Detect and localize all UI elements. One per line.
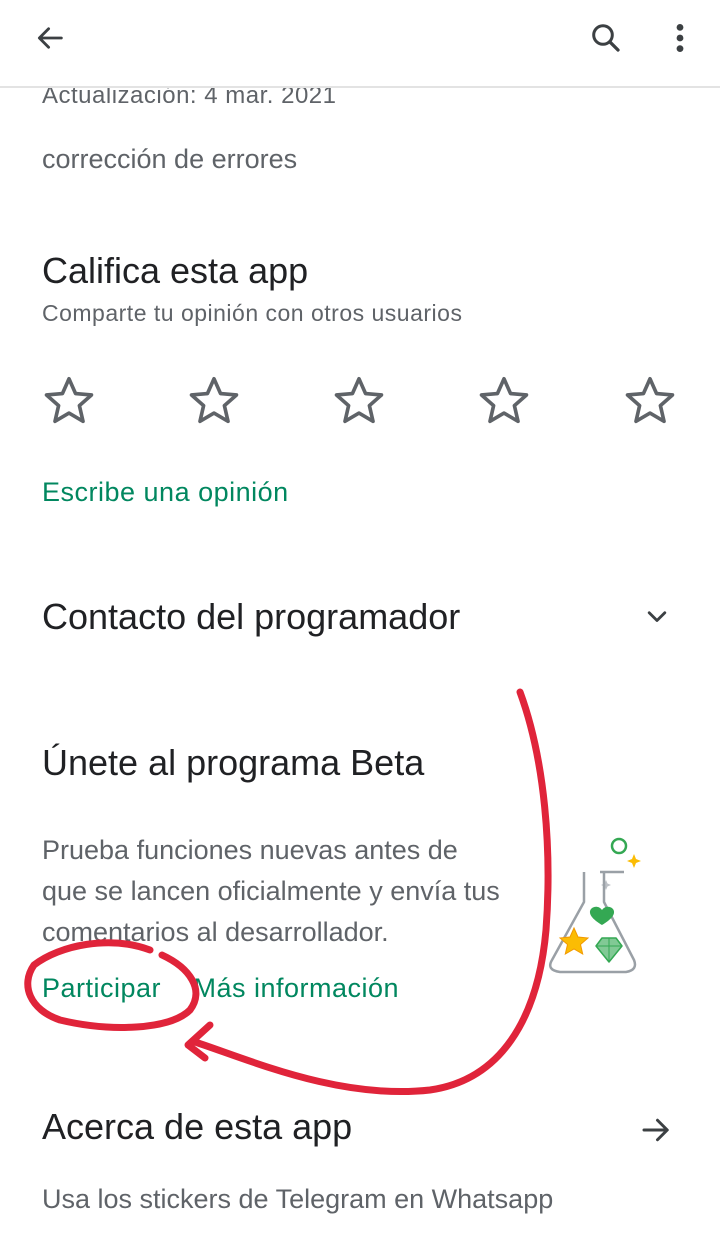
about-app-title[interactable]: Acerca de esta app <box>42 1106 352 1148</box>
more-info-link[interactable]: Más información <box>194 973 400 1003</box>
star-4-icon[interactable] <box>475 372 533 430</box>
star-1-icon[interactable] <box>40 372 98 430</box>
star-2-icon[interactable] <box>185 372 243 430</box>
search-button[interactable] <box>582 14 630 62</box>
beta-program-title: Únete al programa Beta <box>42 742 425 783</box>
search-icon <box>592 24 620 52</box>
join-beta-link[interactable]: Participar <box>42 973 161 1003</box>
beta-program-description: Prueba funciones nuevas antes de que se … <box>42 835 500 947</box>
write-review-link[interactable]: Escribe una opinión <box>42 477 289 508</box>
star-5-icon[interactable] <box>621 372 679 430</box>
beta-flask-icon <box>549 837 641 974</box>
rate-app-title: Califica esta app <box>42 250 309 291</box>
more-options-button[interactable] <box>658 14 702 62</box>
top-app-bar <box>0 0 720 88</box>
more-vert-icon <box>676 23 684 53</box>
rating-stars <box>0 372 720 432</box>
beta-links: Participar Más información <box>42 973 399 1004</box>
release-notes: corrección de errores <box>42 144 298 174</box>
developer-contact-title[interactable]: Contacto del programador <box>42 596 460 638</box>
chevron-down-icon[interactable] <box>640 600 674 634</box>
back-button[interactable] <box>26 16 74 60</box>
arrow-forward-icon[interactable] <box>636 1112 676 1148</box>
about-app-description: Usa los stickers de Telegram en Whatsapp <box>42 1184 554 1214</box>
arrow-back-icon <box>37 27 63 49</box>
app-details-content: Actualización: 4 mar. 2021 corrección de… <box>0 0 720 1238</box>
star-3-icon[interactable] <box>330 372 388 430</box>
rate-app-subtitle: Comparte tu opinión con otros usuarios <box>42 300 463 326</box>
